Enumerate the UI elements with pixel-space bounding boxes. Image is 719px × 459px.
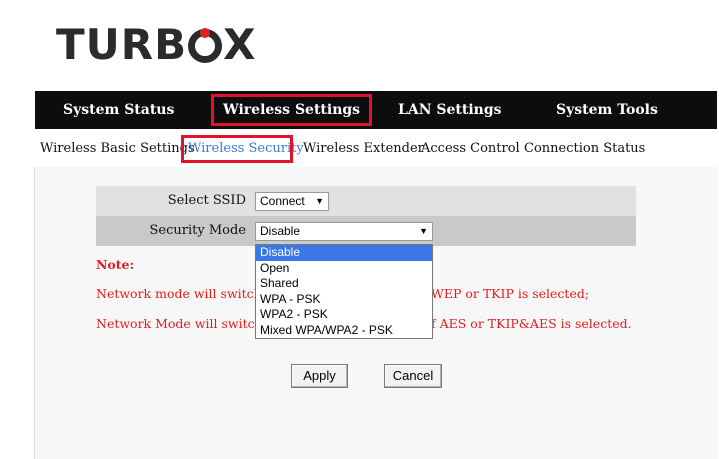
- note-line-1-left: Network mode will switch t: [96, 286, 271, 301]
- subnav-access-control[interactable]: Access Control: [421, 141, 520, 156]
- security-mode-options-list: Disable Open Shared WPA - PSK WPA2 - PSK…: [255, 244, 433, 339]
- subnav-connection-status[interactable]: Connection Status: [524, 141, 645, 156]
- security-mode-value: Disable: [260, 224, 301, 238]
- option-shared[interactable]: Shared: [256, 276, 432, 292]
- nav-system-tools[interactable]: System Tools: [556, 91, 658, 129]
- select-ssid-dropdown[interactable]: Connect ▼: [255, 192, 329, 211]
- select-ssid-row: Select SSID Connect ▼: [96, 186, 636, 216]
- option-wpa2-psk[interactable]: WPA2 - PSK: [256, 307, 432, 323]
- turbox-logo: TURB X: [56, 22, 257, 68]
- option-open[interactable]: Open: [256, 261, 432, 277]
- logo-text-prefix: TURB: [56, 20, 188, 69]
- security-mode-row: Security Mode Disable ▼: [96, 216, 636, 246]
- note-title: Note:: [96, 257, 135, 272]
- security-mode-dropdown[interactable]: Disable ▼: [255, 222, 433, 241]
- option-wpa-psk[interactable]: WPA - PSK: [256, 292, 432, 308]
- main-nav: System Status Wireless Settings LAN Sett…: [35, 91, 717, 129]
- nav-lan-settings[interactable]: LAN Settings: [398, 91, 502, 129]
- chevron-down-icon: ▼: [419, 226, 428, 236]
- cancel-button[interactable]: Cancel: [384, 364, 442, 388]
- apply-button[interactable]: Apply: [291, 364, 348, 388]
- wireless-security-highlight-box: [181, 135, 293, 163]
- option-disable[interactable]: Disable: [256, 245, 432, 261]
- chevron-down-icon: ▼: [315, 196, 324, 206]
- security-mode-label: Security Mode: [149, 223, 246, 238]
- subnav-wireless-basic-settings[interactable]: Wireless Basic Settings: [40, 141, 195, 156]
- logo-text-suffix: X: [223, 20, 257, 69]
- select-ssid-value: Connect: [260, 194, 305, 208]
- nav-wireless-settings[interactable]: Wireless Settings: [211, 94, 373, 126]
- nav-system-status[interactable]: System Status: [63, 91, 174, 129]
- select-ssid-label: Select SSID: [167, 193, 246, 208]
- option-mixed-wpa-wpa2-psk[interactable]: Mixed WPA/WPA2 - PSK: [256, 323, 432, 339]
- note-line-2-right: f AES or TKIP&AES is selected.: [431, 316, 632, 331]
- note-line-1-right: WEP or TKIP is selected;: [431, 286, 590, 301]
- subnav-wireless-extender[interactable]: Wireless Extender: [303, 141, 424, 156]
- note-line-2-left: Network Mode will switch t: [96, 316, 272, 331]
- logo-red-dot: [200, 28, 211, 38]
- logo-o-icon: [188, 28, 223, 63]
- sub-nav: Wireless Basic Settings Wireless Securit…: [40, 139, 719, 163]
